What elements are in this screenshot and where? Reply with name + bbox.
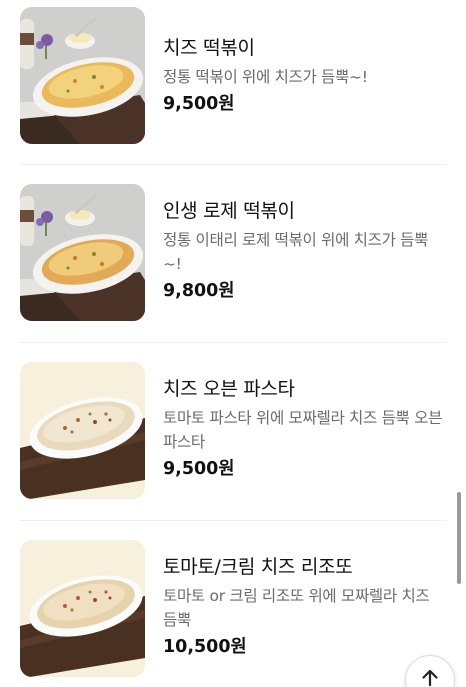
divider [20, 164, 446, 165]
menu-item-price: 9,800원 [163, 281, 235, 301]
menu-item-price: 10,500원 [163, 637, 247, 657]
menu-item-info: 치즈 떡볶이 정통 떡볶이 위에 치즈가 듬뿍~! 9,500원 [163, 7, 446, 116]
scrollbar[interactable] [457, 492, 461, 584]
menu-item-description: 정통 이태리 로제 떡볶이 위에 치즈가 듬뿍~! [163, 231, 429, 273]
menu-item[interactable]: 인생 로제 떡볶이 정통 이태리 로제 떡볶이 위에 치즈가 듬뿍~! 9,80… [20, 184, 446, 321]
menu-item-price: 9,500원 [163, 94, 235, 114]
menu-item[interactable]: 치즈 오븐 파스타 토마토 파스타 위에 모짜렐라 치즈 듬뿍 오븐 파스타 9… [20, 362, 446, 499]
menu-item-name: 토마토/크림 치즈 리조또 [163, 556, 353, 578]
menu-item-info: 토마토/크림 치즈 리조또 토마토 or 크림 리조또 위에 모짜렐라 치즈 듬… [163, 540, 446, 659]
menu-item-price: 9,500원 [163, 459, 235, 479]
divider [20, 342, 446, 343]
menu-screen: 치즈 떡볶이 정통 떡볶이 위에 치즈가 듬뿍~! 9,500원 인생 로제 떡… [0, 0, 466, 687]
menu-item-name: 치즈 오븐 파스타 [163, 378, 295, 400]
menu-item-description: 토마토 or 크림 리조또 위에 모짜렐라 치즈 듬뿍 [163, 587, 430, 629]
menu-item-description: 토마토 파스타 위에 모짜렐라 치즈 듬뿍 오븐 파스타 [163, 409, 443, 451]
menu-item-info: 인생 로제 떡볶이 정통 이태리 로제 떡볶이 위에 치즈가 듬뿍~! 9,80… [163, 184, 446, 303]
menu-item[interactable]: 토마토/크림 치즈 리조또 토마토 or 크림 리조또 위에 모짜렐라 치즈 듬… [20, 540, 446, 677]
menu-item-name: 인생 로제 떡볶이 [163, 200, 295, 222]
menu-item[interactable]: 치즈 떡볶이 정통 떡볶이 위에 치즈가 듬뿍~! 9,500원 [20, 7, 446, 144]
arrow-up-icon [422, 669, 438, 687]
menu-item-photo [20, 184, 145, 321]
menu-item-photo [20, 540, 145, 677]
menu-item-photo [20, 362, 145, 499]
menu-item-info: 치즈 오븐 파스타 토마토 파스타 위에 모짜렐라 치즈 듬뿍 오븐 파스타 9… [163, 362, 446, 481]
divider [20, 520, 446, 521]
menu-item-name: 치즈 떡볶이 [163, 37, 255, 59]
menu-item-description: 정통 떡볶이 위에 치즈가 듬뿍~! [163, 68, 368, 86]
menu-item-photo [20, 7, 145, 144]
